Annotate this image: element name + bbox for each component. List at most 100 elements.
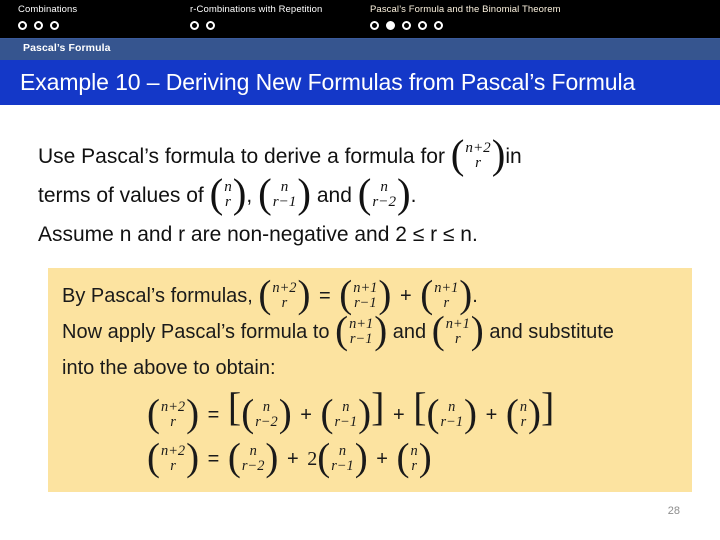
plus-sign: + xyxy=(370,448,394,470)
problem-line-1-text-a: Use Pascal’s formula to derive a formula… xyxy=(38,145,451,168)
nav-dot[interactable] xyxy=(34,21,43,30)
paren-close: ) xyxy=(378,272,392,316)
equals-sign: = xyxy=(202,404,225,426)
binom-top: n xyxy=(448,399,456,416)
binom-top: n xyxy=(380,179,388,196)
binom-top: n+2 xyxy=(161,399,186,416)
binom-bottom: r xyxy=(170,457,176,474)
binom-bottom: r−2 xyxy=(372,194,397,211)
problem-line-2-text-a: terms of values of xyxy=(38,184,210,207)
paren-open: ( xyxy=(431,308,445,352)
section-bar: Pascal’s Formula xyxy=(0,38,720,60)
nav-group-combinations[interactable]: Combinations xyxy=(18,0,77,38)
binomial-n-choose-r-minus-1: (n r−1) xyxy=(317,435,368,479)
paren-open: ( xyxy=(209,170,224,216)
paren-close: ) xyxy=(186,391,200,435)
nav-group-label: r-Combinations with Repetition xyxy=(190,4,323,15)
nav-group-pascals-formula-binomial-theorem[interactable]: Pascal’s Formula and the Binomial Theore… xyxy=(370,0,561,38)
binom-bottom: r−1 xyxy=(272,194,297,211)
paren-close: ) xyxy=(265,435,279,479)
derivation-equation-1: (n+2 r) = [(n r−2) + (n r−1)] + [(n r−1) + (… xyxy=(147,387,678,435)
answer-line-1-end: . xyxy=(472,285,478,307)
plus-sign: + xyxy=(480,404,503,426)
paren-close: ) xyxy=(418,435,432,479)
paren-close: ) xyxy=(297,170,312,216)
paren-close: ) xyxy=(459,272,473,316)
binom-top: n+1 xyxy=(349,316,374,333)
nav-dots xyxy=(370,21,561,30)
paren-open: ( xyxy=(450,131,465,177)
binom-bottom: r−1 xyxy=(354,294,377,311)
paren-open: ( xyxy=(396,435,410,479)
plus-sign: + xyxy=(394,285,418,307)
nav-dot-active[interactable] xyxy=(386,21,395,30)
section-bar-label: Pascal’s Formula xyxy=(23,42,111,54)
nav-dot[interactable] xyxy=(50,21,59,30)
paren-open: ( xyxy=(147,435,160,479)
slide-content: Use Pascal’s formula to derive a formula… xyxy=(0,105,720,540)
binom-bottom: r xyxy=(170,413,176,430)
answer-line-2-sep: and xyxy=(387,321,432,343)
binom-bottom: r xyxy=(411,457,417,474)
paren-open: ( xyxy=(227,435,241,479)
paren-open: ( xyxy=(335,308,349,352)
bracket-open: [ xyxy=(413,384,427,430)
slide-title-bar: Example 10 – Deriving New Formulas from … xyxy=(0,60,720,105)
binomial-n-choose-r-minus-2: ( n r−2) xyxy=(357,170,411,216)
problem-line-2: terms of values of (n r), (n r−1) and (n r−… xyxy=(38,170,698,216)
binomial-n-choose-r-minus-2: (n r−2) xyxy=(227,435,279,479)
binom-top: n xyxy=(280,179,289,196)
paren-close: ) xyxy=(354,435,368,479)
paren-close: ) xyxy=(232,170,247,216)
binom-top: n xyxy=(410,443,418,460)
paren-open: ( xyxy=(357,170,372,216)
problem-line-2-end: . xyxy=(410,184,417,207)
binom-top: n+2 xyxy=(465,140,491,157)
binomial-n-choose-r-minus-1: (n r−1) xyxy=(427,391,478,435)
answer-line-3: into the above to obtain: xyxy=(62,357,276,379)
binomial-n-plus-1-choose-r: (n+1 r) xyxy=(431,308,484,352)
binomial-n-plus-2-choose-r: (n+2 r) xyxy=(450,131,506,177)
binomial-n-plus-1-choose-r-minus-1: (n+1 r−1) xyxy=(335,308,387,352)
equals-sign: = xyxy=(313,285,337,307)
binomial-n-plus-2-choose-r: (n+2 r) xyxy=(258,275,310,314)
paren-open: ( xyxy=(258,170,272,216)
paren-close: ) xyxy=(464,391,478,435)
answer-line-2-text-a: Now apply Pascal’s formula to xyxy=(62,321,336,343)
paren-open: ( xyxy=(320,391,334,435)
nav-dot[interactable] xyxy=(434,21,443,30)
nav-dot[interactable] xyxy=(402,21,411,30)
binom-bottom: r−1 xyxy=(334,413,358,430)
bracket-open: [ xyxy=(227,384,242,430)
paren-open: ( xyxy=(420,272,434,316)
binom-top: n xyxy=(519,399,528,416)
nav-dot[interactable] xyxy=(190,21,199,30)
binom-bottom: r−1 xyxy=(349,330,373,347)
binomial-n-plus-1-choose-r-minus-1: (n+1 r−1) xyxy=(339,272,392,316)
binom-top: n xyxy=(338,443,347,460)
nav-dot[interactable] xyxy=(206,21,215,30)
nav-dot[interactable] xyxy=(370,21,379,30)
binomial-n-choose-r: (n r) xyxy=(396,435,432,479)
binomial-n-plus-2-choose-r: (n+2 r) xyxy=(147,435,199,479)
nav-dot[interactable] xyxy=(18,21,27,30)
plus-sign: + xyxy=(294,404,318,426)
equals-sign: = xyxy=(202,448,225,470)
nav-dot[interactable] xyxy=(418,21,427,30)
bracket-close: ] xyxy=(541,384,555,430)
paren-close: ) xyxy=(528,391,542,435)
nav-group-r-combinations-with-repetition[interactable]: r-Combinations with Repetition xyxy=(190,0,322,38)
binom-bottom: r xyxy=(281,294,288,311)
binom-bottom: r−2 xyxy=(241,457,265,474)
binomial-n-choose-r-minus-1: ( n r−1) xyxy=(258,170,312,216)
paren-close: ) xyxy=(397,170,411,216)
plus-sign: + xyxy=(281,448,305,470)
problem-line-2-sep-1: , xyxy=(246,184,259,207)
binomial-n-plus-1-choose-r: (n+1 r) xyxy=(420,272,473,316)
paren-close: ) xyxy=(278,391,292,435)
binom-bottom: r−2 xyxy=(255,413,278,430)
paren-open: ( xyxy=(317,435,331,479)
binom-top: n xyxy=(342,399,350,416)
nav-group-label: Pascal’s Formula and the Binomial Theore… xyxy=(370,4,561,15)
answer-line-2: Now apply Pascal’s formula to (n+1 r−1) a… xyxy=(62,308,678,352)
